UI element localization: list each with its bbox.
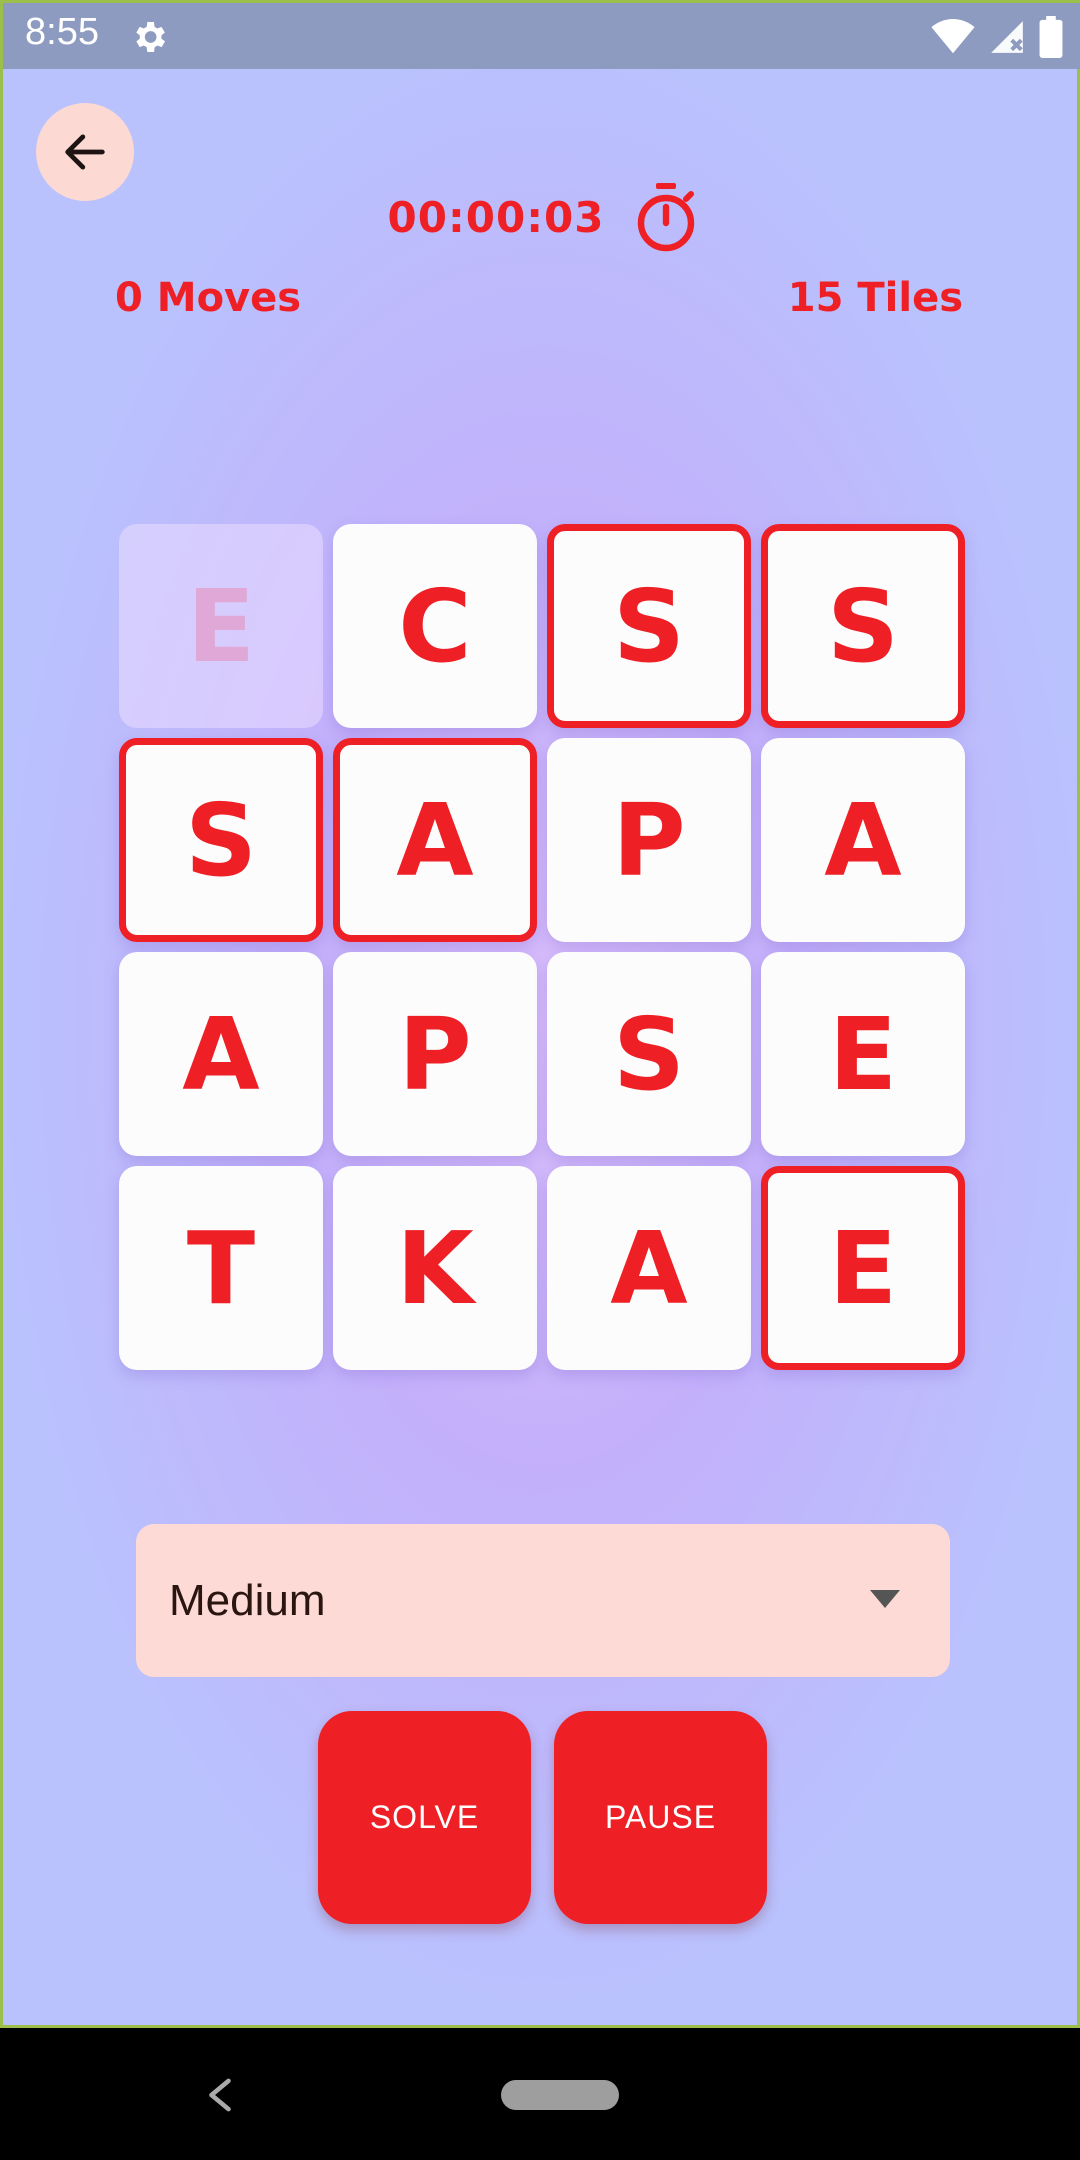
signal-icon <box>991 21 1023 53</box>
chevron-down-icon <box>870 1590 900 1608</box>
difficulty-dropdown[interactable]: Medium <box>136 1524 950 1677</box>
tile[interactable]: A <box>119 952 323 1156</box>
gear-icon <box>136 22 165 52</box>
tile[interactable]: S <box>119 738 323 942</box>
app-screen: 8:55 00:00:03 0 Moves 15 Tiles E C S S S… <box>0 0 1080 2028</box>
timer: 00:00:03 <box>3 181 1080 253</box>
status-icons <box>931 15 1063 59</box>
solve-button[interactable]: SOLVE <box>318 1711 531 1924</box>
tile[interactable]: E <box>761 1166 965 1370</box>
tile[interactable]: P <box>547 738 751 942</box>
tiles-count: 15 Tiles <box>787 275 963 321</box>
wifi-icon <box>931 19 975 54</box>
tile[interactable]: K <box>333 1166 537 1370</box>
stopwatch-icon <box>638 183 695 252</box>
tile[interactable]: A <box>547 1166 751 1370</box>
tile[interactable]: A <box>761 738 965 942</box>
tile[interactable]: T <box>119 1166 323 1370</box>
nav-home-pill[interactable] <box>501 2080 619 2110</box>
tile[interactable]: S <box>547 952 751 1156</box>
puzzle-board: ECSSSAPAAPSETKAE <box>119 524 969 1374</box>
tile[interactable]: P <box>333 952 537 1156</box>
tile[interactable]: A <box>333 738 537 942</box>
tile[interactable]: S <box>547 524 751 728</box>
tile[interactable]: S <box>761 524 965 728</box>
tile[interactable]: C <box>333 524 537 728</box>
tile-blank[interactable]: E <box>119 524 323 728</box>
difficulty-value: Medium <box>169 1576 326 1625</box>
pause-button[interactable]: PAUSE <box>554 1711 767 1924</box>
moves-count: 0 Moves <box>115 275 302 321</box>
status-bar: 8:55 <box>3 3 1080 69</box>
battery-icon <box>1039 16 1063 58</box>
arrow-left-icon <box>65 134 105 170</box>
timer-text: 00:00:03 <box>387 192 605 242</box>
status-time: 8:55 <box>25 11 99 53</box>
tile[interactable]: E <box>761 952 965 1156</box>
nav-back-icon[interactable] <box>205 2078 235 2112</box>
